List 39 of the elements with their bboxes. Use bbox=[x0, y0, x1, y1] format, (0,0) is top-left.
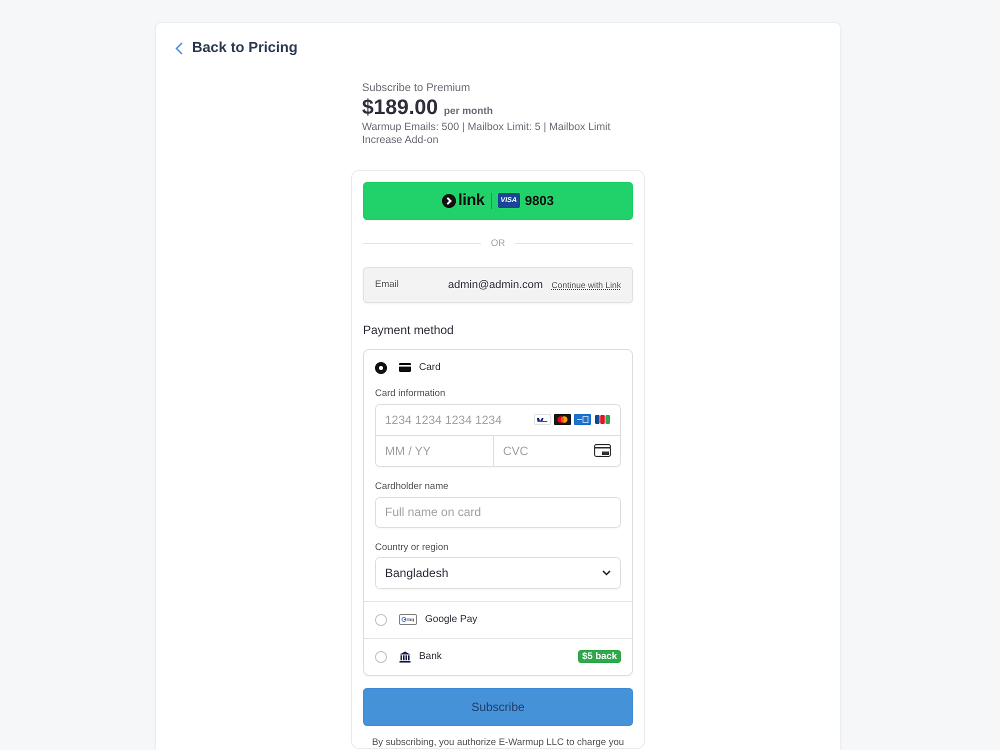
legal-text: By subscribing, you authorize E-Warmup LLC to charge you bbox=[370, 736, 626, 748]
credit-card-icon bbox=[399, 363, 411, 372]
mastercard-icon bbox=[554, 414, 571, 425]
expiry-field[interactable]: MM / YY bbox=[376, 436, 493, 466]
card-last-digits: 9803 bbox=[524, 193, 554, 208]
billing-period: per month bbox=[444, 106, 493, 118]
email-value: admin@admin.com bbox=[448, 278, 544, 290]
back-chevron-icon bbox=[175, 42, 183, 54]
chevron-down-icon bbox=[602, 570, 611, 576]
card-logo-icon bbox=[574, 414, 591, 425]
card-details-field[interactable]: 1234 1234 1234 1234 MM / YY CVC bbox=[375, 404, 621, 466]
cardholder-name-field[interactable]: Full name on card bbox=[375, 496, 621, 528]
divider-label: OR bbox=[490, 238, 506, 249]
payment-method-label: Card bbox=[419, 362, 441, 373]
plan-description: Warmup Emails: 500 | Mailbox Limit: 5 | Mailbox Limit Increase Add-on bbox=[362, 120, 612, 146]
cvc-field[interactable]: CVC bbox=[494, 436, 594, 466]
continue-with-link[interactable]: Continue with Link bbox=[552, 280, 621, 290]
field-label: Card information bbox=[375, 388, 446, 400]
card-logo-icon bbox=[534, 414, 551, 425]
section-title: Payment method bbox=[363, 322, 455, 336]
email-label: Email bbox=[375, 279, 400, 290]
cashback-badge: $5 back bbox=[578, 650, 621, 663]
email-field[interactable]: Email admin@admin.com Continue with Link bbox=[363, 266, 633, 302]
plan-title: Subscribe to Premium bbox=[362, 80, 472, 94]
country-select[interactable]: Bangladesh bbox=[375, 556, 621, 588]
radio-button[interactable] bbox=[375, 362, 387, 374]
chevron-circle-icon bbox=[442, 194, 456, 208]
card-back-icon bbox=[594, 444, 611, 457]
link-wordmark: link bbox=[458, 192, 485, 210]
google-pay-icon bbox=[399, 614, 417, 625]
plan-price: $189.00 bbox=[362, 96, 438, 120]
card-logo-icon bbox=[594, 414, 611, 425]
payment-method-label: Bank bbox=[419, 651, 442, 662]
back-to-pricing-link[interactable]: Back to Pricing bbox=[175, 40, 298, 56]
payment-method-label: Google Pay bbox=[425, 614, 478, 625]
field-label: Cardholder name bbox=[375, 480, 450, 492]
card-number-field[interactable]: 1234 1234 1234 1234 bbox=[376, 404, 534, 434]
field-label: Country or region bbox=[375, 542, 450, 554]
bank-icon bbox=[399, 650, 411, 662]
